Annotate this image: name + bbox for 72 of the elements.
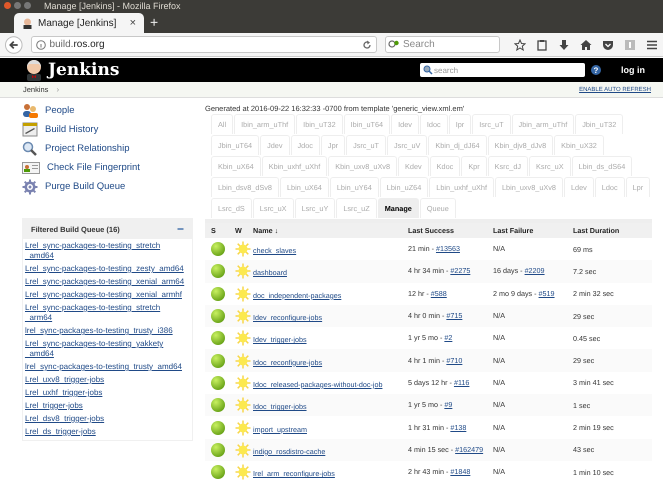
queue-item-link[interactable]: Lrel_sync-packages-to-testing_xenial_armhf	[25, 290, 185, 300]
back-button[interactable]	[5, 36, 23, 54]
sun-icon	[235, 263, 251, 280]
url-field[interactable]: build.ros.org	[30, 36, 377, 53]
queue-item-link[interactable]: Lrel_sync-packages-to-testing_stretch_amd64	[25, 241, 185, 261]
queue-item-link[interactable]: Lrel_sync-packages-to-testing_stretch_arm64	[25, 303, 185, 323]
sidebar-link[interactable]: Project Relationship	[22, 139, 193, 158]
reload-icon[interactable]	[362, 40, 372, 50]
sun-icon	[235, 464, 251, 480]
queue-item-link[interactable]: Lrel_trigger-jobs	[25, 401, 185, 411]
queue-item-link[interactable]: Lrel_ds_trigger-jobs	[25, 427, 185, 437]
window-title: Manage [Jenkins] - Mozilla Firefox	[44, 0, 181, 10]
queue-item-link[interactable]: Lrel_sync-packages-to-testing_zesty_amd64	[25, 264, 185, 274]
jenkins-logo[interactable]: Jenkins	[48, 60, 420, 80]
sun-icon	[235, 286, 251, 302]
status-ball-icon	[211, 398, 225, 412]
minimize-button[interactable]	[14, 2, 21, 9]
gear-icon	[22, 178, 38, 194]
search-icon	[423, 65, 433, 75]
browser-tab[interactable]: Manage [Jenkins] ×	[14, 13, 144, 33]
sidebar-link[interactable]: People	[22, 101, 193, 120]
clipboard-icon[interactable]	[536, 38, 548, 50]
maximize-button[interactable]	[24, 2, 31, 9]
status-ball-icon	[211, 420, 225, 435]
search-icon	[388, 40, 400, 50]
status-ball-icon	[211, 331, 225, 346]
id-card-icon	[22, 162, 40, 174]
queue-item-link[interactable]: Lrel_uxv8_trigger-jobs	[25, 375, 185, 385]
sun-icon	[235, 442, 251, 458]
queue-item-link[interactable]: Lrel_uxhf_trigger-jobs	[25, 388, 185, 398]
new-tab-button[interactable]: +	[150, 14, 158, 30]
search-field[interactable]: search	[420, 63, 585, 77]
queue-item-link[interactable]: Lrel_sync-packages-to-testing_yakkety_amd64	[25, 339, 185, 359]
queue-item-link[interactable]: Lrel_sync-packages-to-testing_xenial_arm64	[25, 277, 185, 287]
status-ball-icon	[211, 309, 225, 324]
status-ball-icon	[211, 286, 225, 301]
info-icon	[36, 40, 46, 50]
sun-icon	[235, 308, 251, 324]
queue-item-link[interactable]: lrel_sync-packages-to-testing_trusty_amd64	[25, 362, 185, 372]
sidebar-link[interactable]: Check File Fingerprint	[22, 158, 193, 177]
sun-icon	[235, 352, 251, 369]
queue-item-link[interactable]: Lrel_dsv8_trigger-jobs	[25, 414, 185, 424]
pocket-icon[interactable]	[602, 38, 614, 50]
status-ball-icon	[211, 264, 225, 278]
sidebar-link[interactable]: Purge Build Queue	[22, 177, 193, 196]
close-button[interactable]	[4, 2, 11, 9]
close-icon[interactable]: ×	[130, 17, 136, 29]
home-icon[interactable]	[580, 38, 592, 50]
notepad-icon	[22, 122, 38, 137]
browser-search-field[interactable]: Search	[385, 36, 500, 53]
sun-icon	[235, 241, 251, 258]
collapse-button[interactable]: −	[176, 222, 184, 236]
people-icon	[22, 103, 38, 118]
breadcrumb-separator: ›	[56, 85, 60, 94]
status-ball-icon	[211, 242, 225, 256]
star-icon[interactable]	[514, 38, 526, 50]
menu-icon[interactable]	[646, 38, 658, 50]
sun-icon	[235, 397, 251, 414]
status-ball-icon	[211, 354, 225, 368]
sun-icon	[235, 330, 251, 346]
help-icon[interactable]: ?	[591, 65, 601, 75]
sidebar-link[interactable]: Build History	[22, 120, 193, 139]
download-icon[interactable]	[558, 38, 570, 50]
status-ball-icon	[211, 442, 225, 457]
login-link[interactable]: log in	[621, 65, 645, 75]
search-icon	[22, 141, 38, 156]
queue-item-link[interactable]: lrel_sync-packages-to-testing_trusty_i386	[25, 326, 185, 336]
status-ball-icon	[211, 465, 225, 480]
sun-icon	[235, 420, 251, 436]
status-ball-icon	[211, 376, 225, 390]
sun-icon	[235, 374, 251, 391]
butler-icon	[22, 18, 33, 28]
